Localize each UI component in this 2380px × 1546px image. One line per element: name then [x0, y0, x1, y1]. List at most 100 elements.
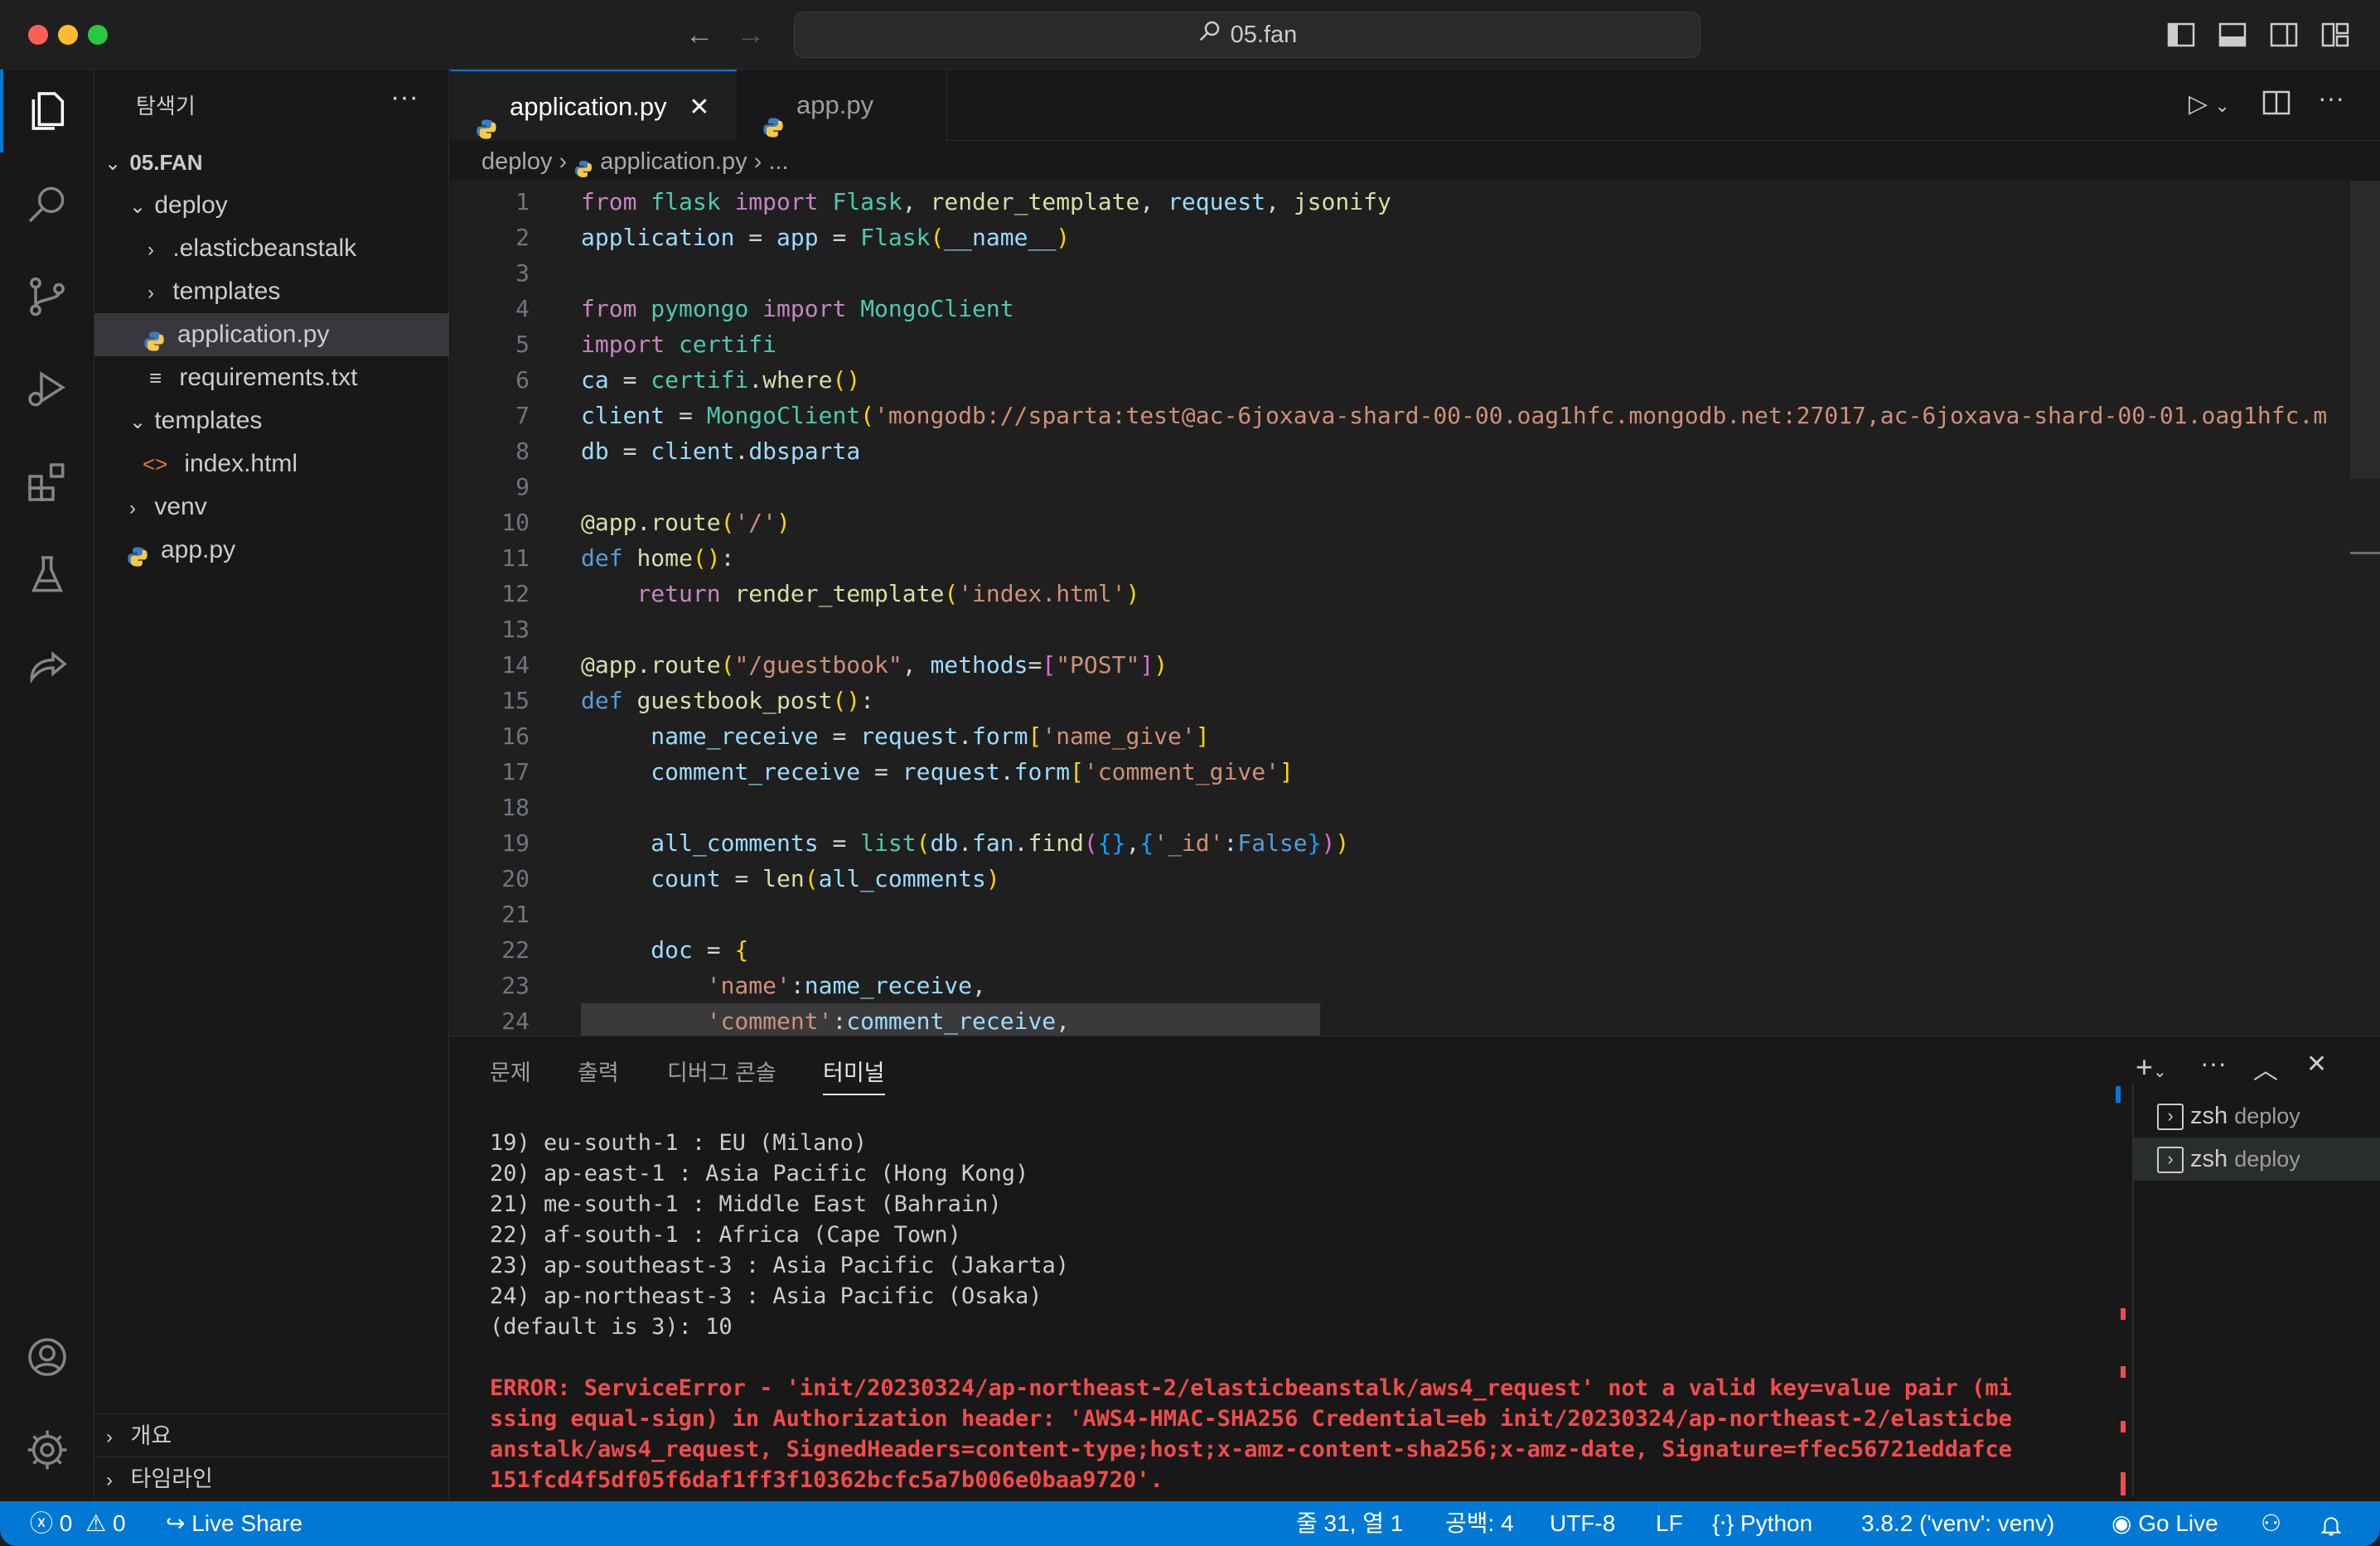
go-live-label: Go Live	[2138, 1510, 2218, 1536]
editor-more-actions-icon[interactable]: ···	[2318, 83, 2344, 114]
encoding-status[interactable]: UTF-8	[1550, 1501, 1615, 1546]
breadcrumb-symbol[interactable]: ...	[768, 148, 788, 175]
maximize-window-button[interactable]	[88, 25, 108, 45]
tab-app-py[interactable]: app.py	[737, 70, 947, 141]
breadcrumb-folder[interactable]: deploy	[481, 148, 552, 175]
close-window-button[interactable]	[28, 25, 48, 45]
code-line: 17 comment_receive = request.form['comme…	[501, 758, 1294, 785]
vscode-window: ← → 05.fan 탐색기 ··· ⌄ 05.FAN ⌄ deploy › .…	[0, 0, 2380, 1546]
split-editor-icon[interactable]	[2261, 88, 2291, 122]
editor-scrollbar[interactable]	[2350, 181, 2380, 1036]
python-interpreter[interactable]: 3.8.2 ('venv': venv)	[1861, 1501, 2054, 1546]
forward-arrow-icon[interactable]: →	[733, 17, 769, 53]
close-panel-icon[interactable]: ✕	[2306, 1050, 2327, 1079]
live-share-status[interactable]: ↪ Live Share	[166, 1501, 302, 1546]
explorer-more-actions-button[interactable]: ···	[390, 81, 418, 114]
indentation-status[interactable]: 공백: 4	[1445, 1501, 1514, 1546]
tab-application-py[interactable]: application.py ✕	[450, 70, 737, 141]
accounts-icon[interactable]	[0, 1316, 94, 1399]
code-line: 7 client = MongoClient('mongodb://sparta:…	[515, 402, 2328, 429]
notifications-bell-icon[interactable]	[2319, 1501, 2344, 1546]
python-file-icon	[475, 97, 498, 139]
terminal-line: 19) eu-south-1 : EU (Milano)	[490, 1130, 868, 1156]
tree-item-index-html[interactable]: <> index.html	[94, 442, 449, 486]
go-live-status[interactable]: ◉ Go Live	[2112, 1501, 2218, 1546]
code-line: 18	[501, 794, 530, 821]
tab-debug-console[interactable]: 디버그 콘솔	[667, 1055, 776, 1087]
chevron-down-icon: ⌄	[104, 152, 122, 175]
code-line: 2 application = app = Flask(__name__)	[515, 224, 1071, 251]
tree-item-templates[interactable]: ⌄ templates	[94, 399, 449, 442]
accounts-feedback-icon[interactable]: ⚇	[2261, 1501, 2281, 1546]
minimize-window-button[interactable]	[58, 25, 78, 45]
editor-tabs: application.py ✕ app.py ▷ ⌄ ···	[450, 70, 2380, 141]
broadcast-icon: ◉	[2112, 1510, 2132, 1536]
code-line: 10 @app.route('/')	[501, 509, 791, 536]
code-editor[interactable]: 1 from flask import Flask, render_templat…	[450, 181, 2356, 1036]
terminal-line: 22) af-south-1 : Africa (Cape Town)	[490, 1222, 961, 1248]
panel-more-actions-icon[interactable]: ···	[2200, 1048, 2227, 1079]
source-control-icon[interactable]	[0, 255, 94, 338]
activity-bar	[0, 70, 94, 1501]
breadcrumb: deploy › application.py › ...	[481, 143, 789, 181]
command-center-search[interactable]: 05.fan	[794, 12, 1700, 58]
tree-item-deploy-templates[interactable]: › templates	[94, 270, 449, 313]
terminal-cwd: deploy	[2234, 1104, 2300, 1128]
tree-item-application-py[interactable]: application.py	[94, 313, 449, 356]
cursor-position[interactable]: 줄 31, 열 1	[1296, 1501, 1403, 1546]
terminal-instance-selected[interactable]: › zsh deploy	[2132, 1138, 2380, 1181]
terminal-line: 21) me-south-1 : Middle East (Bahrain)	[490, 1191, 1002, 1217]
code-line: 12 return render_template('index.html')	[501, 580, 1140, 607]
tree-item-deploy[interactable]: ⌄ deploy	[94, 184, 449, 227]
bottom-panel: 문제 출력 디버그 콘솔 터미널 +⌄ ··· ︿ ✕ 19) eu-south…	[450, 1036, 2380, 1501]
toggle-primary-sidebar-icon[interactable]	[2166, 20, 2196, 50]
tree-item-requirements[interactable]: ≡ requirements.txt	[94, 356, 449, 399]
terminal-icon: ›	[2157, 1147, 2184, 1174]
problems-status[interactable]: ⓧ 0 ⚠ 0	[30, 1501, 126, 1546]
new-terminal-icon[interactable]: +⌄	[2136, 1050, 2167, 1085]
title-bar: ← → 05.fan	[0, 0, 2380, 70]
code-line: 3	[515, 259, 530, 287]
terminal-instance[interactable]: › zsh deploy	[2132, 1094, 2380, 1138]
customize-layout-icon[interactable]	[2320, 20, 2350, 50]
breadcrumb-file[interactable]: application.py	[600, 148, 747, 175]
back-arrow-icon[interactable]: ←	[681, 17, 718, 53]
extensions-icon[interactable]	[0, 441, 94, 524]
terminal-line: 23) ap-southeast-3 : Asia Pacific (Jakar…	[490, 1253, 1069, 1278]
terminal-scrollbar[interactable]	[2112, 1086, 2126, 1495]
terminal-icon: ›	[2157, 1104, 2184, 1131]
terminal-line: 24) ap-northeast-3 : Asia Pacific (Osaka…	[490, 1283, 1042, 1309]
explorer-icon[interactable]	[0, 70, 94, 152]
tab-problems[interactable]: 문제	[490, 1055, 531, 1087]
maximize-panel-icon[interactable]: ︿	[2253, 1050, 2278, 1086]
toggle-secondary-sidebar-icon[interactable]	[2269, 20, 2299, 50]
tab-output[interactable]: 출력	[578, 1055, 619, 1087]
status-bar: ⓧ 0 ⚠ 0 ↪ Live Share 줄 31, 열 1 공백: 4 UTF…	[0, 1501, 2380, 1546]
timeline-section[interactable]: › 타임라인	[94, 1457, 449, 1500]
toggle-panel-icon[interactable]	[2218, 20, 2247, 50]
tree-item-label: index.html	[184, 450, 298, 477]
outline-section[interactable]: › 개요	[94, 1413, 449, 1457]
tree-item-label: requirements.txt	[179, 364, 358, 391]
run-python-file-icon[interactable]: ▷ ⌄	[2189, 89, 2230, 118]
live-share-icon[interactable]	[0, 626, 94, 709]
tree-item-venv[interactable]: › venv	[94, 486, 449, 529]
tree-item-label: templates	[172, 278, 281, 305]
language-mode[interactable]: {⸱} Python	[1712, 1501, 1812, 1546]
terminal-line: (default is 3): 10	[490, 1314, 733, 1340]
tree-root-folder[interactable]: ⌄ 05.FAN	[94, 141, 449, 184]
tree-item-label: deploy	[154, 191, 228, 219]
close-tab-icon[interactable]: ✕	[689, 94, 709, 121]
tab-terminal[interactable]: 터미널	[823, 1055, 885, 1095]
terminal-error-line: 151fcd4f5df05f6daf1ff3f10362bcfc5a7b006e…	[490, 1467, 1163, 1493]
terminal-shell: zsh	[2190, 1146, 2228, 1172]
run-debug-icon[interactable]	[0, 348, 94, 431]
code-line: 15 def guestbook_post():	[501, 687, 875, 714]
terminal-cwd: deploy	[2234, 1147, 2300, 1172]
testing-flask-icon[interactable]	[0, 534, 94, 616]
settings-gear-icon[interactable]	[0, 1408, 94, 1491]
tree-item-app-py[interactable]: app.py	[94, 529, 449, 572]
search-view-icon[interactable]	[0, 162, 94, 245]
eol-status[interactable]: LF	[1656, 1501, 1683, 1546]
tree-item-elasticbeanstalk[interactable]: › .elasticbeanstalk	[94, 227, 449, 270]
